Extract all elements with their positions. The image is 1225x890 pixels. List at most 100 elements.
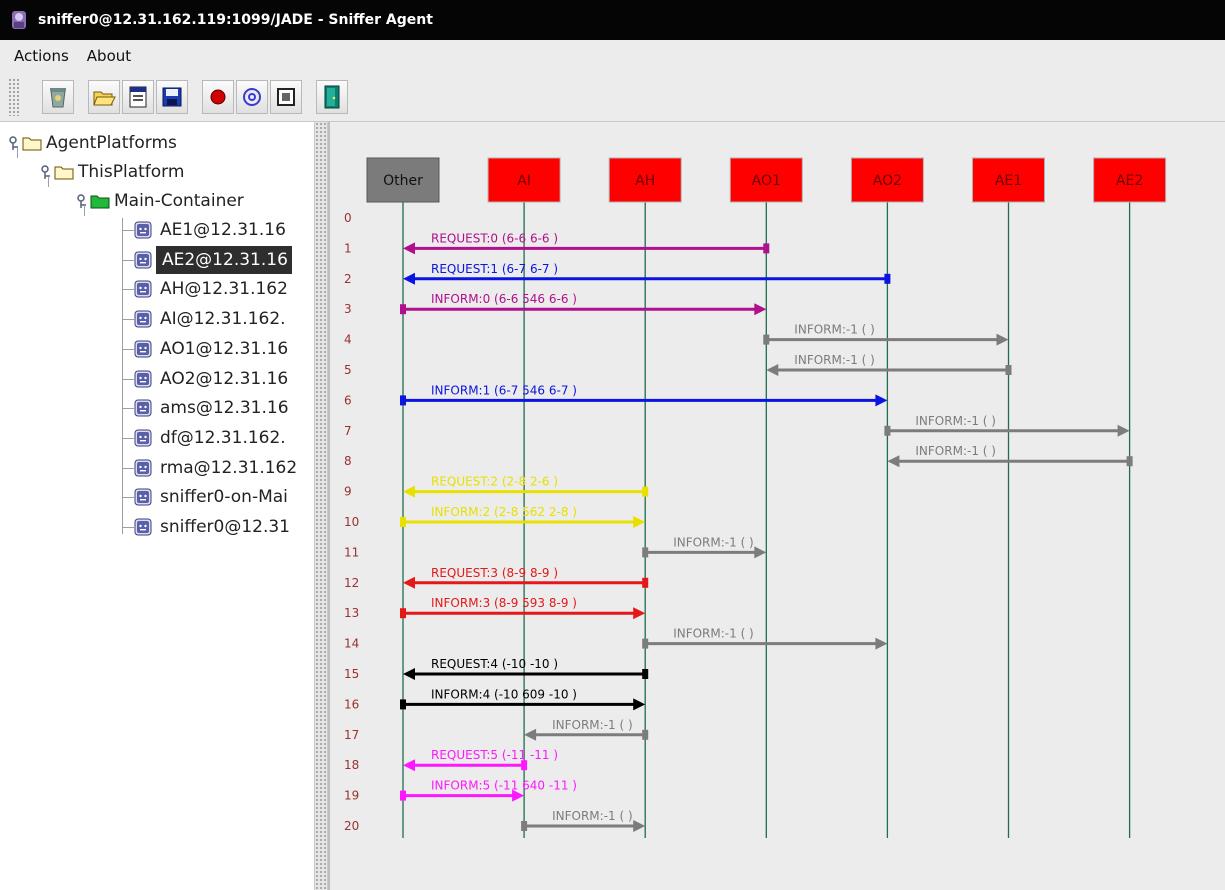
agent-face-icon [134,429,152,447]
filter-icon [277,87,295,106]
message-label: INFORM:-1 ( ) [794,323,875,337]
tree-agent-item[interactable]: rma@12.31.162 [134,454,297,482]
tree-agent-label: AE2@12.31.16 [156,245,292,274]
message-arrow[interactable]: INFORM:2 (2-8 562 2-8 ) [400,505,646,528]
message-arrow[interactable]: INFORM:-1 ( ) [642,627,888,650]
agent-box-label: AO1 [752,173,781,189]
tree-agent-item[interactable]: AH@12.31.162 [134,275,288,303]
message-arrow[interactable]: REQUEST:3 (8-9 8-9 ) [403,566,649,589]
tree-node-agent-platforms[interactable]: AgentPlatforms [8,129,177,157]
message-arrow[interactable]: INFORM:-1 ( ) [766,353,1012,376]
message-arrow[interactable]: REQUEST:4 (-10 -10 ) [403,657,649,680]
toolbar [0,72,1225,122]
expand-handle-icon[interactable] [8,134,20,152]
title-bar[interactable]: sniffer0@12.31.162.119:1099/JADE - Sniff… [0,0,1225,40]
toolbar-grip[interactable] [8,77,20,116]
menu-actions[interactable]: Actions [14,47,69,65]
agent-face-icon [134,399,152,417]
agent-face-icon [134,340,152,358]
message-label: REQUEST:4 (-10 -10 ) [431,657,558,671]
message-arrow[interactable]: INFORM:-1 ( ) [884,414,1130,437]
row-number: 1 [344,241,352,255]
tree-label-platform: ThisPlatform [78,162,185,182]
tree-agent-label: sniffer0-on-Mai [160,487,288,508]
message-arrow[interactable]: INFORM:5 (-11 640 -11 ) [400,779,577,802]
agent-box-ah[interactable]: AH [608,157,682,203]
agent-face-icon [134,221,152,239]
message-arrow[interactable]: INFORM:-1 ( ) [524,718,649,741]
message-label: INFORM:-1 ( ) [673,535,754,549]
agent-face-icon [134,280,152,298]
tree-agent-item[interactable]: sniffer0@12.31 [134,513,290,541]
green-folder-icon [90,195,110,209]
split-pane-divider[interactable] [314,122,328,890]
row-number: 7 [344,424,352,438]
message-arrow[interactable]: REQUEST:5 (-11 -11 ) [403,748,558,772]
agent-face-icon [134,370,152,387]
row-number: 18 [344,758,359,772]
message-arrow[interactable]: REQUEST:0 (6-6 6-6 ) [403,231,770,255]
tree-agent-item[interactable]: AO1@12.31.16 [134,335,288,363]
agent-box-ai[interactable]: AI [487,157,561,203]
tree-agent-item[interactable]: AO2@12.31.16 [134,365,288,393]
message-label: INFORM:3 (8-9 593 8-9 ) [431,596,577,610]
row-number: 6 [344,393,352,407]
tree-node-this-platform[interactable]: ThisPlatform [40,158,184,186]
exit-door-icon [324,85,340,108]
row-number: 11 [344,545,359,559]
row-number: 0 [344,211,352,225]
record-button[interactable] [202,79,234,114]
tree-agent-label: df@12.31.162. [160,427,286,448]
message-label: INFORM:0 (6-6 546 6-6 ) [431,292,577,306]
message-arrow[interactable]: INFORM:-1 ( ) [763,323,1009,346]
message-arrow[interactable]: INFORM:4 (-10 609 -10 ) [400,687,646,711]
message-label: INFORM:-1 ( ) [552,809,633,823]
message-label: INFORM:-1 ( ) [673,627,754,641]
row-number: 13 [344,606,359,620]
message-arrow[interactable]: REQUEST:2 (2-8 2-6 ) [403,475,649,498]
message-label: REQUEST:2 (2-8 2-6 ) [431,475,558,489]
tree-agent-item[interactable]: ams@12.31.16 [134,394,289,422]
tree-agent-item[interactable]: sniffer0-on-Mai [134,483,288,511]
trash-button[interactable] [42,79,74,114]
agent-box-other[interactable]: Other [366,157,440,203]
sniff-icon [243,87,261,106]
tree-agent-item[interactable]: AE2@12.31.16 [134,245,292,274]
tree-agent-item[interactable]: df@12.31.162. [134,424,286,452]
tree-agent-item[interactable]: AI@12.31.162. [134,305,286,333]
agent-box-ae1[interactable]: AE1 [972,157,1045,203]
message-label: INFORM:2 (2-8 562 2-8 ) [431,505,577,519]
row-number: 17 [344,728,359,742]
filter-button[interactable] [270,79,302,114]
row-number: 5 [344,363,352,377]
message-arrow[interactable]: INFORM:0 (6-6 546 6-6 ) [400,292,767,316]
record-icon [210,89,226,104]
tree-node-main-container[interactable]: Main-Container [76,187,244,215]
agent-box-ao2[interactable]: AO2 [850,157,924,203]
message-arrow[interactable]: REQUEST:1 (6-7 6-7 ) [403,262,891,285]
tree-agent-item[interactable]: AE1@12.31.16 [134,216,286,244]
message-arrow[interactable]: INFORM:1 (6-7 546 6-7 ) [400,383,888,407]
open-button[interactable] [88,79,120,114]
tree-agent-label: ams@12.31.16 [160,398,289,419]
menu-about[interactable]: About [87,47,131,65]
message-arrow[interactable]: INFORM:-1 ( ) [521,809,646,832]
exit-button[interactable] [316,79,348,114]
agent-box-ae2[interactable]: AE2 [1093,157,1167,203]
message-arrow[interactable]: INFORM:-1 ( ) [887,444,1133,468]
jade-agent-icon [12,11,26,29]
message-arrow[interactable]: INFORM:-1 ( ) [642,535,767,559]
save-button[interactable] [156,79,188,114]
agent-face-icon [134,488,152,506]
expand-handle-icon[interactable] [76,192,88,210]
tree-agent-label: AH@12.31.162 [160,279,288,300]
agent-face-icon [134,251,152,269]
trash-icon [50,87,66,107]
sniff-button[interactable] [236,79,268,114]
expand-handle-icon[interactable] [40,163,52,181]
agent-box-ao1[interactable]: AO1 [729,157,803,203]
message-arrow[interactable]: INFORM:3 (8-9 593 8-9 ) [400,596,646,620]
agent-face-icon [134,518,152,536]
properties-button[interactable] [122,79,154,114]
agent-tree-panel: AgentPlatforms ThisPlatform Main-Contain… [0,122,314,890]
